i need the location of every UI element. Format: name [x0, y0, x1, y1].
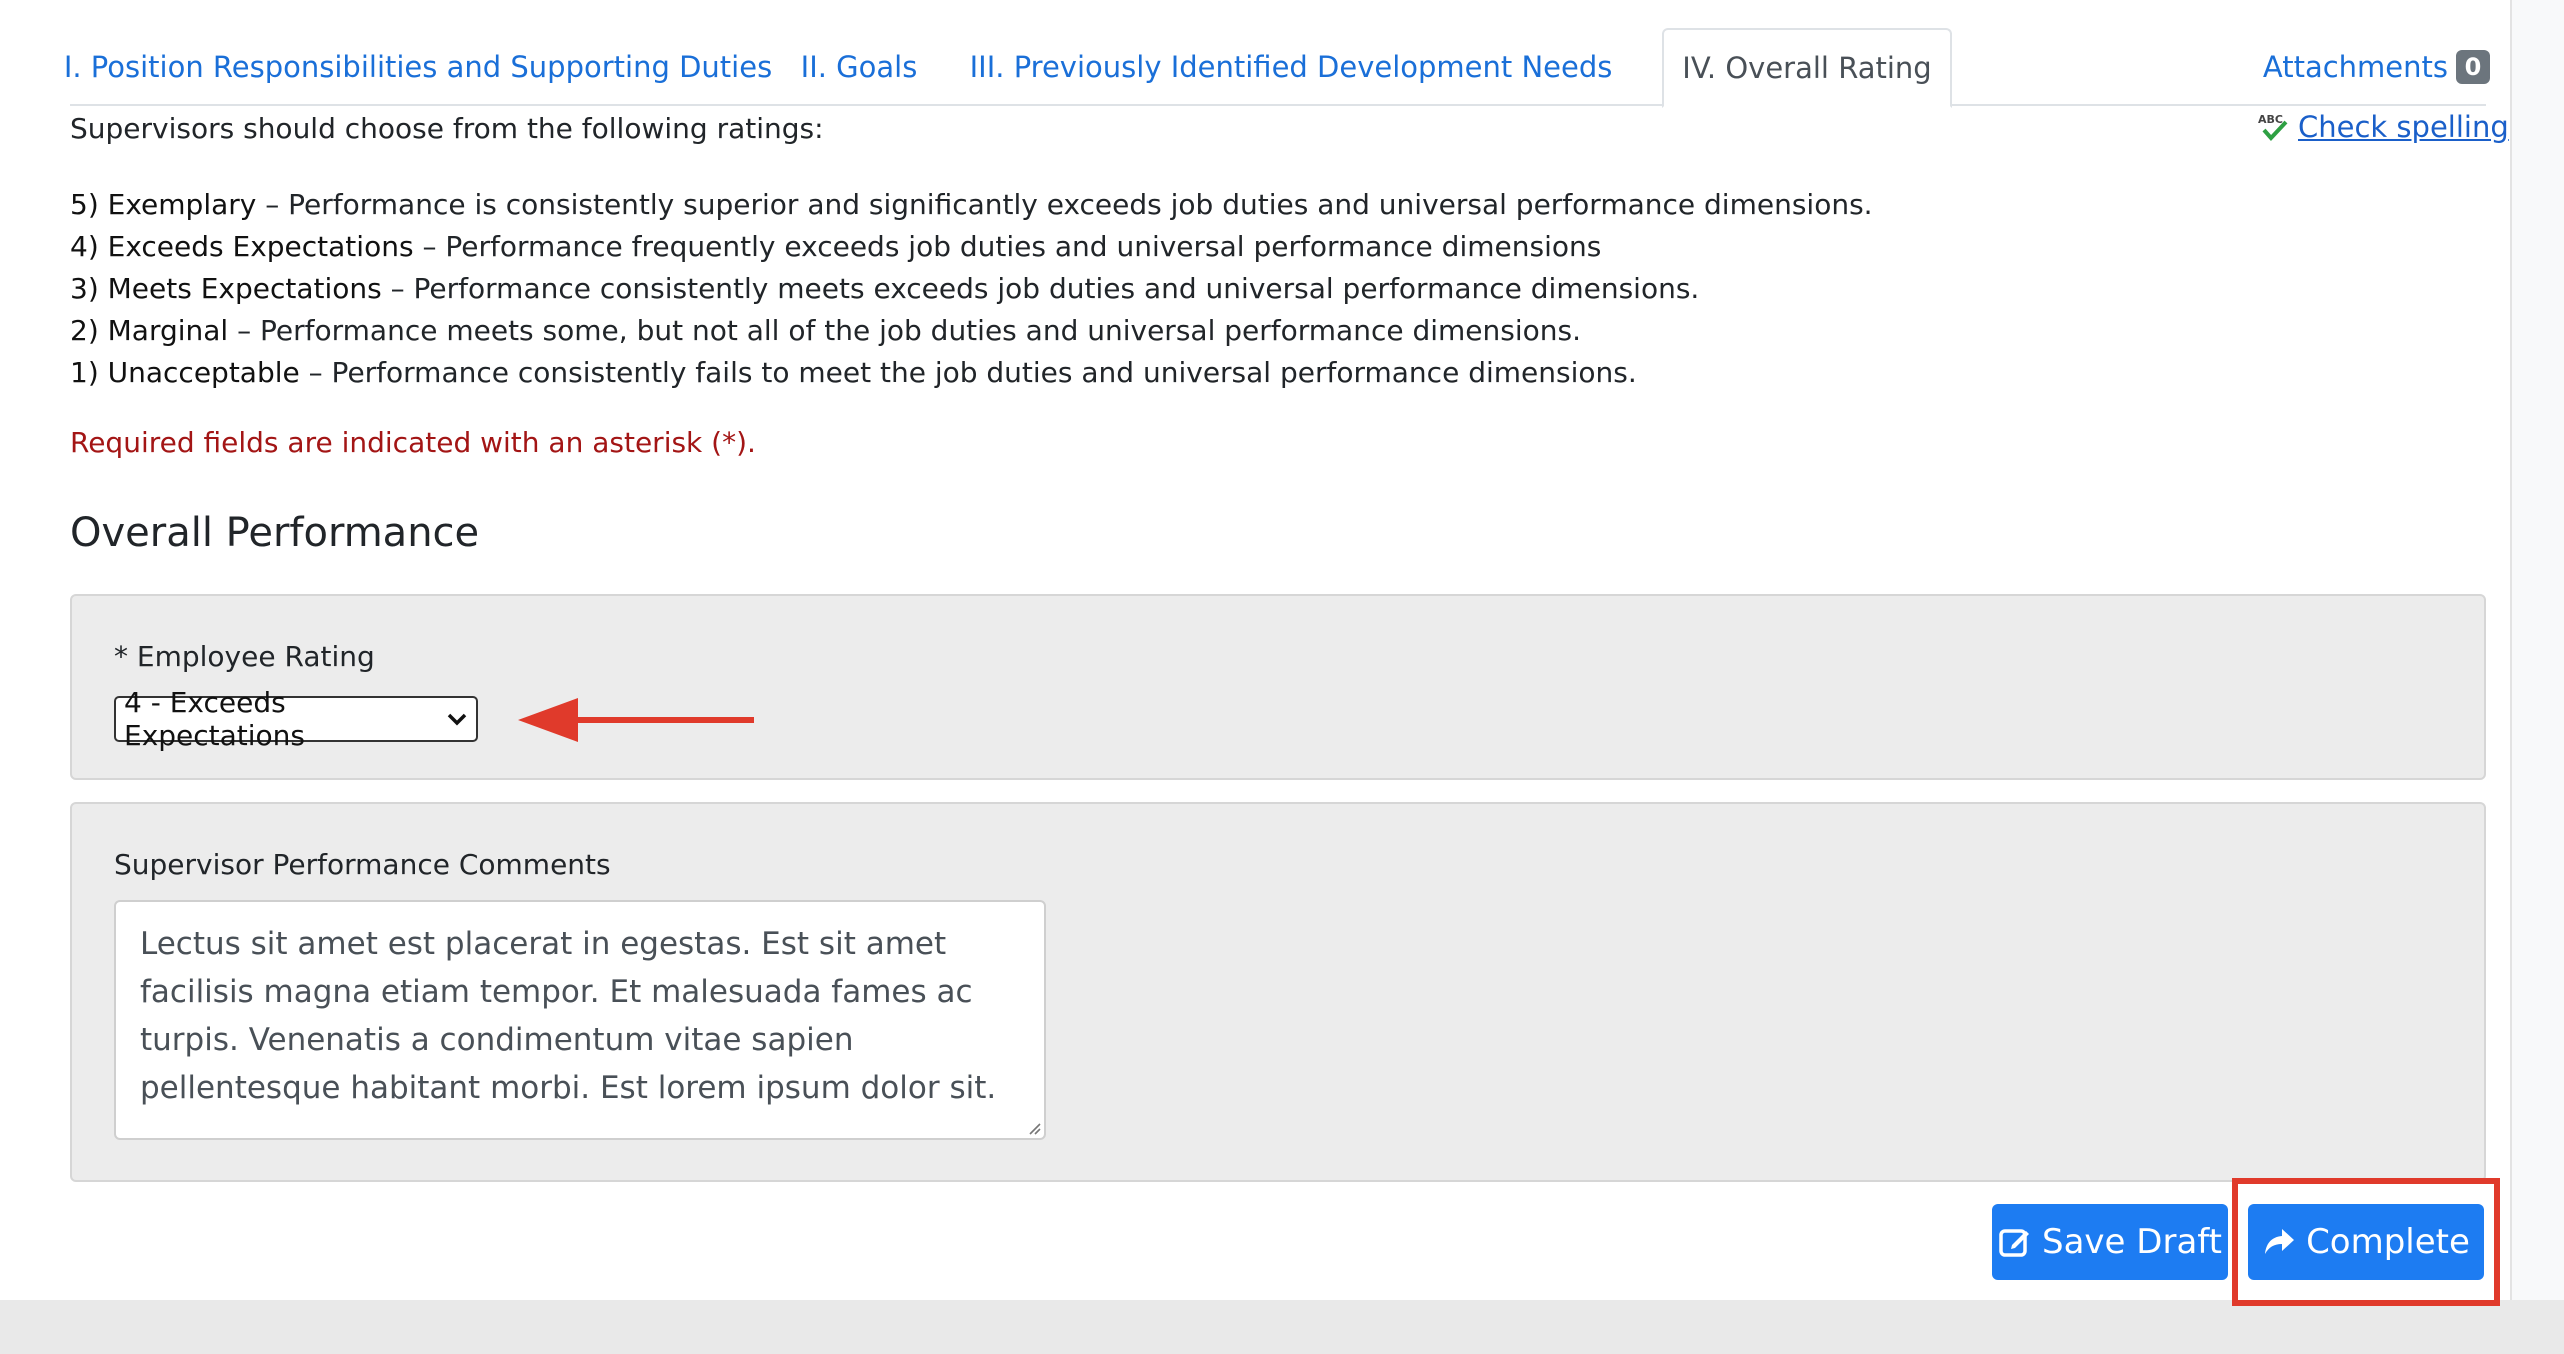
rating-line: 2) Marginal – Performance meets some, bu… [70, 310, 1873, 352]
chevron-down-icon [447, 713, 467, 726]
rating-term: 3) Meets Expectations [70, 272, 382, 305]
spellcheck-icon: ABC [2258, 113, 2288, 141]
rating-line: 3) Meets Expectations – Performance cons… [70, 268, 1873, 310]
rating-desc: – Performance consistently fails to meet… [299, 356, 1637, 389]
employee-rating-select[interactable]: 4 - Exceeds Expectations [114, 686, 478, 752]
rating-line: 4) Exceeds Expectations – Performance fr… [70, 226, 1873, 268]
comments-panel: Supervisor Performance Comments Lectus s… [70, 802, 2486, 1182]
rating-desc: – Performance meets some, but not all of… [228, 314, 1581, 347]
rating-desc: – Performance consistently meets exceeds… [381, 272, 1700, 305]
edit-square-icon [1999, 1229, 2030, 1257]
save-draft-label: Save Draft [2042, 1222, 2222, 1262]
ratings-list: 5) Exemplary – Performance is consistent… [70, 184, 1873, 394]
required-fields-note: Required fields are indicated with an as… [70, 426, 756, 459]
annotation-arrow-icon [518, 698, 754, 742]
annotation-highlight-box [2232, 1178, 2500, 1306]
save-draft-button[interactable]: Save Draft [1992, 1204, 2228, 1280]
rating-term: 1) Unacceptable [70, 356, 300, 389]
attachments-label: Attachments [2262, 50, 2448, 84]
tab-position-responsibilities[interactable]: I. Position Responsibilities and Support… [64, 28, 772, 106]
tab-attachments[interactable]: Attachments 0 [2240, 28, 2490, 106]
rating-term: 5) Exemplary [70, 188, 257, 221]
section-title: Overall Performance [70, 510, 480, 556]
scroll-edge [2510, 0, 2564, 1300]
comments-label: Supervisor Performance Comments [114, 848, 611, 881]
ratings-intro: Supervisors should choose from the follo… [70, 112, 824, 145]
rating-line: 1) Unacceptable – Performance consistent… [70, 352, 1873, 394]
tab-goals[interactable]: II. Goals [792, 28, 926, 106]
comments-textarea[interactable]: Lectus sit amet est placerat in egestas.… [114, 900, 1046, 1140]
employee-rating-panel: * Employee Rating 4 - Exceeds Expectatio… [70, 594, 2486, 780]
svg-text:ABC: ABC [2258, 113, 2283, 126]
tab-bar: I. Position Responsibilities and Support… [64, 28, 2490, 108]
attachments-count-badge: 0 [2456, 50, 2490, 84]
resize-handle-icon[interactable] [1025, 1119, 1041, 1135]
page: I. Position Responsibilities and Support… [0, 0, 2564, 1354]
check-spelling-link[interactable]: ABC Check spelling [2256, 110, 2509, 144]
employee-rating-label: * Employee Rating [114, 640, 375, 673]
rating-term: 2) Marginal [70, 314, 229, 347]
rating-term: 4) Exceeds Expectations [70, 230, 414, 263]
check-spelling-label: Check spelling [2298, 110, 2509, 144]
rating-desc: – Performance is consistently superior a… [256, 188, 1873, 221]
comments-text: Lectus sit amet est placerat in egestas.… [140, 926, 997, 1106]
rating-line: 5) Exemplary – Performance is consistent… [70, 184, 1873, 226]
employee-rating-value: 4 - Exceeds Expectations [124, 686, 306, 752]
tab-overall-rating[interactable]: IV. Overall Rating [1662, 28, 1952, 108]
rating-desc: – Performance frequently exceeds job dut… [413, 230, 1602, 263]
tab-development-needs[interactable]: III. Previously Identified Development N… [956, 28, 1626, 106]
footer-band [0, 1300, 2564, 1354]
